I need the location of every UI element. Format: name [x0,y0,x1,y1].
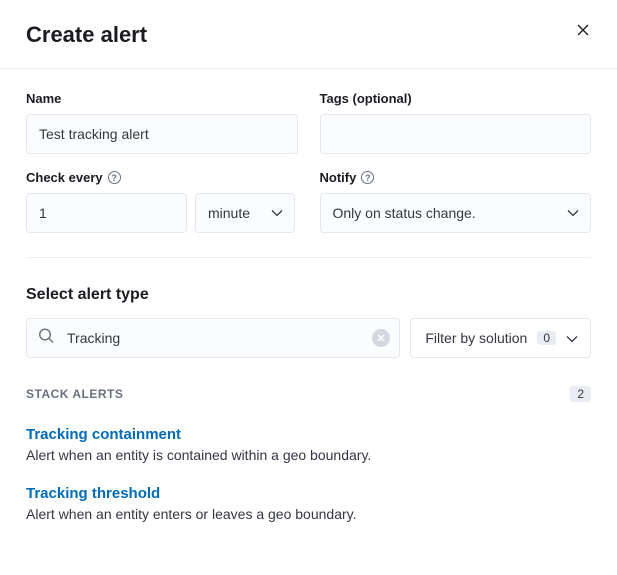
check-every-field-group: Check every ? minute [26,170,298,233]
alert-type-desc: Alert when an entity enters or leaves a … [26,506,591,522]
filter-label: Filter by solution [425,330,527,346]
help-icon[interactable]: ? [108,171,121,184]
alert-type-title: Tracking threshold [26,485,591,502]
search-wrapper [26,318,400,358]
filter-by-solution-button[interactable]: Filter by solution 0 [410,318,591,358]
alert-type-title: Tracking containment [26,426,591,443]
category-label: STACK ALERTS [26,387,123,401]
check-every-value-input[interactable] [26,193,187,233]
name-label: Name [26,91,298,106]
modal-content: Name Tags (optional) Check every ? minut… [0,69,617,566]
tags-label: Tags (optional) [320,91,592,106]
close-icon [377,334,385,342]
form-row-name-tags: Name Tags (optional) [26,91,591,154]
alert-type-desc: Alert when an entity is contained within… [26,447,591,463]
modal-title: Create alert [26,22,591,48]
check-every-inputs: minute [26,193,298,233]
modal-header: Create alert [0,0,617,69]
notify-select-wrapper: Only on status change. [320,193,592,233]
category-count-badge: 2 [570,386,591,402]
select-alert-type-title: Select alert type [26,286,591,304]
chevron-down-icon [566,330,578,346]
search-filter-row: Filter by solution 0 [26,318,591,358]
notify-label: Notify ? [320,170,592,185]
filter-count-badge: 0 [537,331,556,345]
notify-field-group: Notify ? Only on status change. [320,170,592,233]
notify-select[interactable]: Only on status change. [320,193,592,233]
check-every-unit-wrapper: minute [195,193,295,233]
check-every-label: Check every ? [26,170,298,185]
check-every-unit-select[interactable]: minute [195,193,295,233]
close-button[interactable] [573,20,593,40]
alert-type-item[interactable]: Tracking containment Alert when an entit… [26,426,591,463]
form-row-check-notify: Check every ? minute Notify ? Only on st… [26,170,591,233]
name-input[interactable] [26,114,298,154]
alert-type-item[interactable]: Tracking threshold Alert when an entity … [26,485,591,522]
tags-input[interactable] [320,114,592,154]
help-icon[interactable]: ? [361,171,374,184]
clear-search-button[interactable] [372,329,390,347]
tags-field-group: Tags (optional) [320,91,592,154]
section-divider [26,257,591,258]
close-icon [577,24,589,36]
name-field-group: Name [26,91,298,154]
alert-type-search-input[interactable] [26,318,400,358]
category-header: STACK ALERTS 2 [26,386,591,402]
